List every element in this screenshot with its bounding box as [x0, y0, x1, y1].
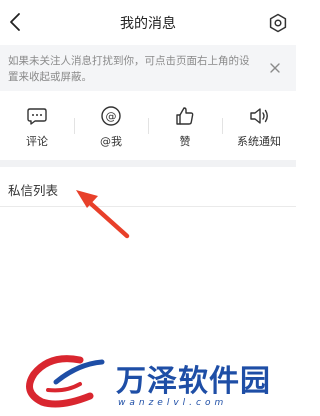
close-icon[interactable]	[268, 61, 282, 75]
section-separator	[0, 160, 296, 167]
tab-system-notifications[interactable]: 系统通知	[222, 98, 296, 154]
tab-label: @我	[100, 135, 122, 148]
page-title: 我的消息	[120, 16, 176, 32]
speaker-icon	[250, 108, 268, 124]
private-message-list-title: 私信列表	[8, 183, 59, 198]
watermark-url: wanzelvl.com	[118, 398, 228, 408]
top-bar: 我的消息	[0, 0, 296, 44]
tab-mentions[interactable]: @ @我	[74, 98, 148, 154]
tab-divider	[74, 118, 75, 134]
tab-divider	[148, 118, 149, 134]
message-category-tabs: 评论 @ @我 赞 系统通知	[0, 98, 296, 154]
notice-banner: 如果未关注人消息打扰到你，可点击页面右上角的设置来收起或屏蔽。	[0, 45, 296, 91]
tab-label: 系统通知	[237, 135, 281, 148]
comment-bubble-icon	[27, 108, 47, 125]
tab-label: 赞	[179, 135, 191, 148]
tab-likes[interactable]: 赞	[148, 98, 222, 154]
watermark-text: 万泽软件园	[116, 364, 271, 399]
gear-icon[interactable]	[268, 13, 288, 33]
tab-comments[interactable]: 评论	[0, 98, 74, 154]
tab-label: 评论	[26, 135, 48, 148]
wanze-logo-icon	[26, 355, 105, 408]
svg-text:@: @	[106, 110, 117, 123]
at-sign-icon: @	[101, 106, 121, 126]
notice-text: 如果未关注人消息打扰到你，可点击页面右上角的设置来收起或屏蔽。	[8, 55, 250, 83]
tab-divider	[222, 118, 223, 134]
divider	[0, 206, 296, 207]
thumbs-up-icon	[176, 107, 194, 125]
